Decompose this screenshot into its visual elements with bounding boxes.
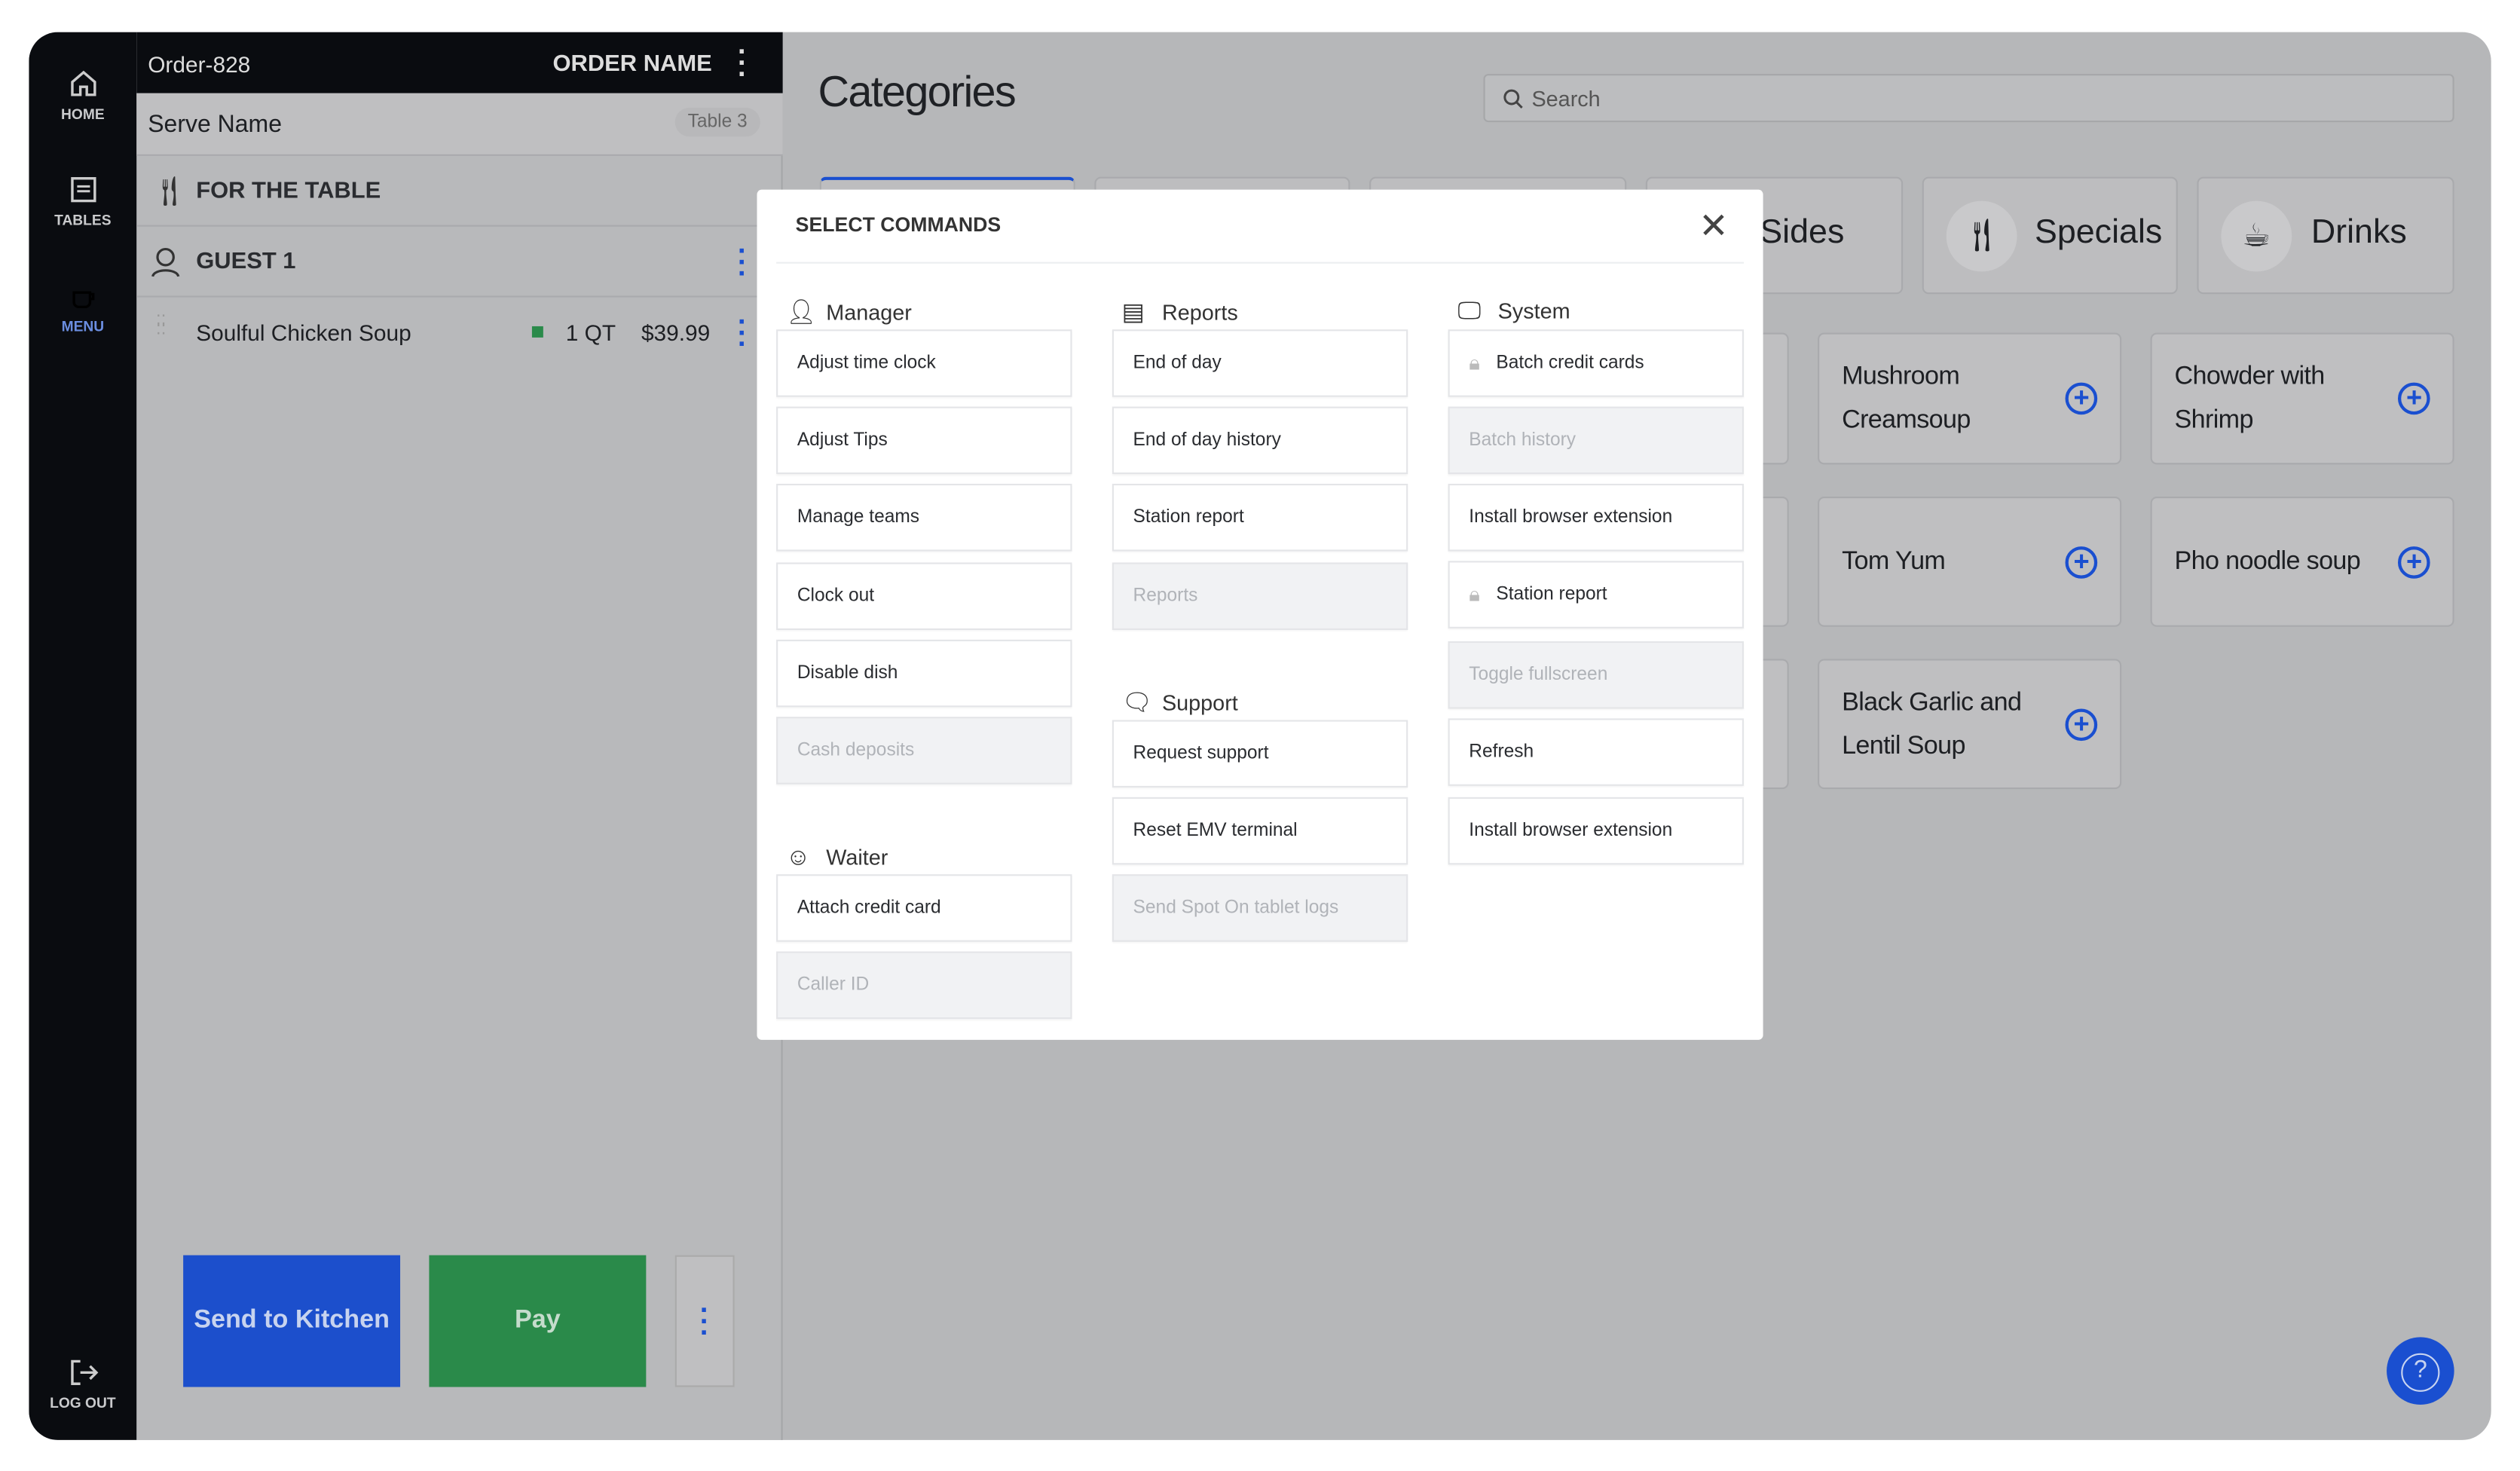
command-button[interactable]: Request support [1112, 720, 1408, 788]
modal-title: SELECT COMMANDS [795, 213, 1002, 237]
command-button[interactable]: Clock out [776, 561, 1072, 630]
item-card[interactable]: Black Garlic and Lentil Soup + [1818, 659, 2122, 790]
send-to-kitchen-button[interactable]: Send to Kitchen [183, 1255, 401, 1387]
status-indicator [531, 326, 543, 338]
divider [776, 261, 1744, 264]
logout-icon [70, 1359, 98, 1385]
order-name-label[interactable]: ORDER NAME [552, 51, 711, 77]
lock-icon: 🔒︎ [1469, 350, 1481, 375]
command-button: Cash deposits [776, 717, 1072, 784]
sidebar: HOME TABLES MENU LOG OUT [29, 32, 137, 1440]
page-title: Categories [818, 67, 1017, 116]
order-panel: Order-828 ORDER NAME · · · Serve Name Tabl… [136, 32, 783, 1440]
add-icon[interactable]: + [2397, 382, 2430, 415]
add-icon[interactable]: + [2065, 382, 2098, 415]
guest-menu-icon[interactable]: · · · [738, 237, 748, 288]
add-icon[interactable]: + [2397, 546, 2430, 578]
command-button: Send Spot On tablet logs [1112, 875, 1408, 943]
category-tab-drinks[interactable]: ☕︎ Drinks [2197, 176, 2454, 295]
item-menu-icon[interactable]: · · · [738, 307, 748, 358]
command-button: Toggle fullscreen [1448, 641, 1744, 709]
reports-icon: ▤ [1121, 298, 1145, 326]
select-commands-modal: SELECT COMMANDS ✕ 👤︎ Manager Adjust time c… [757, 189, 1763, 1040]
system-icon: 🖵 [1457, 297, 1482, 325]
order-id: Order-828 [148, 51, 251, 78]
command-button[interactable]: Disable dish [776, 639, 1072, 707]
item-card[interactable]: Mushroom Creamsoup + [1818, 332, 2122, 465]
item-card[interactable]: Tom Yum + [1818, 497, 2122, 627]
command-button[interactable]: 🔒︎ Station report [1448, 561, 1744, 628]
command-button[interactable]: Adjust Tips [776, 406, 1072, 475]
section-waiter: ☺︎ Waiter [785, 843, 888, 871]
more-actions-button[interactable]: · · · [674, 1255, 735, 1387]
drag-handle-icon[interactable]: ⁚⁚ ⁚⁚ [156, 314, 167, 338]
command-button: Batch history [1448, 406, 1744, 475]
command-button: Reports [1112, 561, 1408, 630]
for-the-table-row[interactable]: 🍴︎ FOR THE TABLE [136, 156, 783, 227]
command-button[interactable]: Manage teams [776, 484, 1072, 552]
section-system: 🖵 System [1457, 297, 1570, 325]
help-button[interactable]: ? [2387, 1337, 2454, 1405]
item-card[interactable]: Chowder with Shrimp + [2150, 332, 2454, 465]
command-button[interactable]: Refresh [1448, 718, 1744, 786]
close-icon[interactable]: ✕ [1699, 208, 1728, 244]
command-button[interactable]: Install browser extension [1448, 483, 1744, 552]
command-button[interactable]: End of day [1112, 329, 1408, 397]
command-button[interactable]: Adjust time clock [776, 329, 1072, 397]
category-tab-specials[interactable]: 🍴︎ Specials [1922, 176, 2178, 295]
table-badge: Table 3 [674, 107, 760, 137]
search-input[interactable]: Search [1483, 74, 2454, 123]
sidebar-item-logout[interactable]: LOG OUT [29, 1356, 136, 1411]
command-button[interactable]: End of day history [1112, 406, 1408, 475]
serve-name-row[interactable]: Serve Name Table 3 [136, 93, 783, 156]
support-icon: 🗨︎ [1121, 689, 1153, 717]
command-button[interactable]: Attach credit card [776, 874, 1072, 942]
manager-icon: 👤︎ [785, 298, 817, 326]
section-manager: 👤︎ Manager [786, 298, 912, 326]
help-icon: ? [2401, 1353, 2440, 1392]
item-card[interactable]: Pho noodle soup + [2150, 497, 2454, 627]
home-icon [70, 70, 96, 96]
add-icon[interactable]: + [2065, 708, 2098, 741]
command-button[interactable]: Station report [1112, 484, 1408, 552]
coffee-icon [72, 291, 94, 309]
section-reports: ▤ Reports [1122, 298, 1238, 326]
command-button[interactable]: Install browser extension [1448, 797, 1744, 865]
command-button[interactable]: 🔒︎ Batch credit cards [1448, 329, 1744, 397]
coffee-cup-icon: ☕︎ [2221, 200, 2292, 272]
fork-knife-icon: 🍴︎ [151, 175, 188, 208]
order-menu-icon[interactable]: · · · [738, 37, 748, 88]
pay-button[interactable]: Pay [429, 1255, 647, 1387]
app-frame: HOME TABLES MENU LOG OUT Order-828 ORDER… [29, 32, 2491, 1440]
user-icon [151, 247, 180, 277]
sidebar-item-home[interactable]: HOME [29, 68, 136, 122]
search-icon [1503, 89, 1523, 109]
fork-knife-icon: 🍴︎ [1946, 200, 2017, 272]
sidebar-item-menu[interactable]: MENU [29, 280, 136, 335]
order-item[interactable]: ⁚⁚ ⁚⁚ Soulful Chicken Soup 1 QT $39.99 · ·… [136, 298, 782, 369]
section-support: 🗨︎ Support [1122, 688, 1238, 717]
add-icon[interactable]: + [2065, 546, 2098, 578]
guest-row[interactable]: GUEST 1 · · · [136, 227, 783, 298]
serve-name[interactable]: Serve Name [148, 111, 282, 138]
sidebar-item-tables[interactable]: TABLES [29, 173, 136, 228]
lock-icon: 🔒︎ [1469, 582, 1481, 607]
order-header: Order-828 ORDER NAME · · · [136, 32, 783, 93]
command-button[interactable]: Reset EMV terminal [1112, 797, 1408, 865]
waiter-icon: ☺︎ [785, 843, 811, 871]
receipt-icon [70, 177, 96, 203]
command-button: Caller ID [776, 951, 1072, 1020]
